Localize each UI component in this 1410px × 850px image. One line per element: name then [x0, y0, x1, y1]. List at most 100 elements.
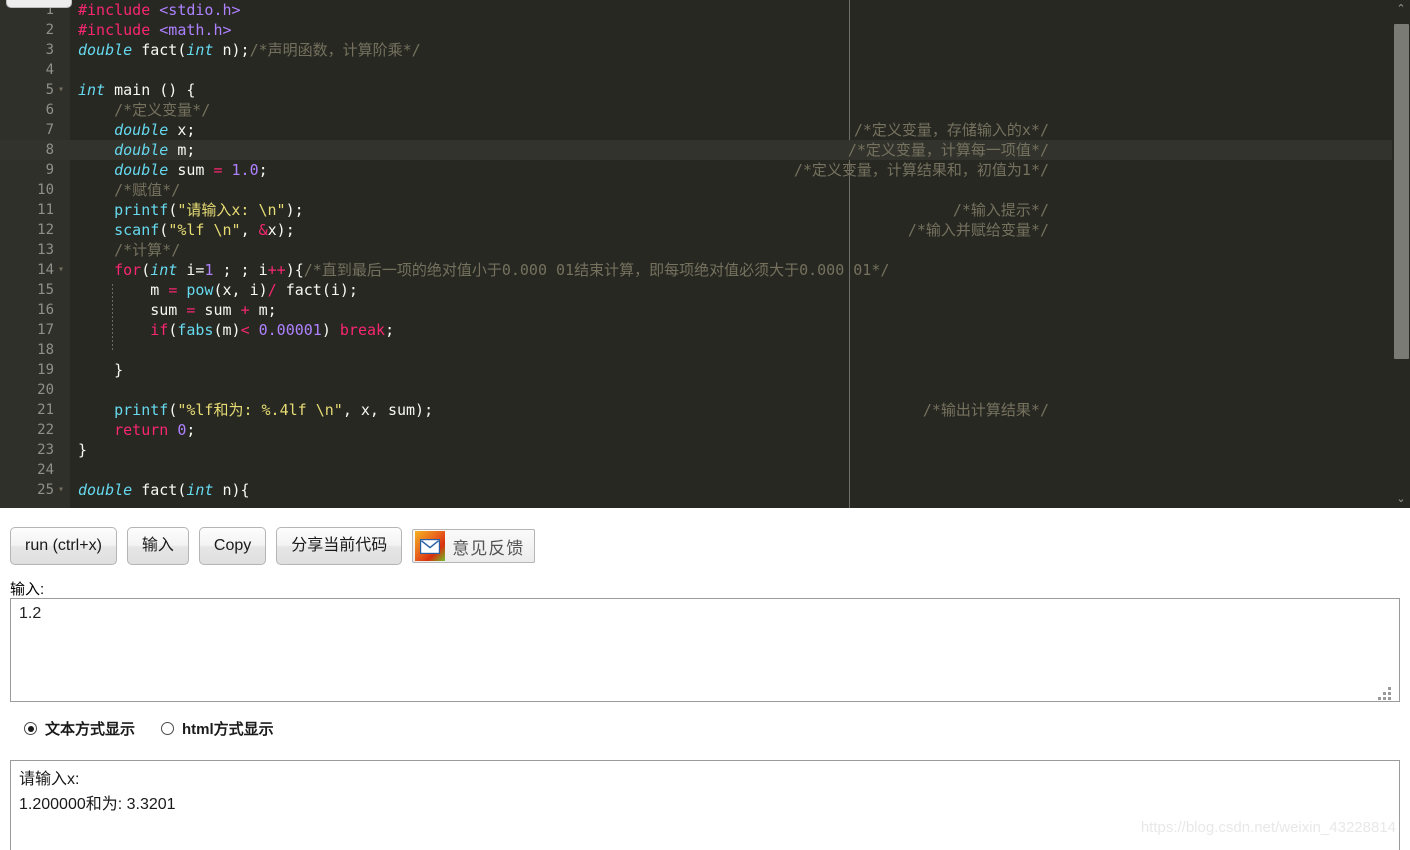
code-token: ; — [258, 161, 268, 179]
code-token: #include — [78, 1, 151, 19]
scrollbar-thumb[interactable] — [1394, 24, 1409, 359]
fold-toggle-icon[interactable]: ▾ — [58, 80, 64, 100]
code-line[interactable]: 8 double m; /*定义变量，计算每一项值*/ — [0, 140, 1410, 160]
radio-text-mode[interactable]: 文本方式显示 — [24, 718, 135, 739]
line-number: 23 — [37, 442, 54, 458]
line-content: double fact(int n);/*声明函数，计算阶乘*/ — [78, 40, 421, 60]
radio-html-mode-circle[interactable] — [161, 722, 175, 735]
line-number: 24 — [37, 462, 54, 478]
code-token: /*直到最后一项的绝对值小于0.000 01结束计算，即每项绝对值必须大于0.0… — [303, 261, 890, 279]
code-token: sum — [78, 301, 187, 319]
line-number: 21 — [37, 402, 54, 418]
code-line[interactable]: 7 double x; /*定义变量，存储输入的x*/ — [0, 120, 1410, 140]
code-line[interactable]: 1 #include <stdio.h> — [0, 0, 1410, 20]
inline-comment: /*定义变量，计算结果和，初值为1*/ — [793, 161, 1049, 179]
code-token: int — [78, 81, 106, 99]
code-token: printf — [114, 401, 169, 419]
editor-vertical-scrollbar[interactable]: ⌃ ⌄ — [1392, 0, 1410, 508]
code-token: } — [78, 441, 88, 459]
code-line[interactable]: 25 ▾ double fact(int n){ — [0, 480, 1410, 500]
code-editor[interactable]: 1 #include <stdio.h> 2 #include <math.h> 3 do… — [0, 0, 1410, 508]
code-lines-container[interactable]: 1 #include <stdio.h> 2 #include <math.h> 3 do… — [0, 0, 1410, 508]
code-line[interactable]: 22 return 0; — [0, 420, 1410, 440]
code-token: i= — [177, 261, 205, 279]
code-line[interactable]: 18 — [0, 340, 1410, 360]
code-token: int — [186, 41, 214, 59]
code-token: ++ — [267, 261, 286, 279]
code-line[interactable]: 16 sum = sum + m; — [0, 300, 1410, 320]
code-token: "%lf \n" — [168, 221, 241, 239]
stdin-input[interactable] — [10, 598, 1400, 702]
code-line[interactable]: 20 — [0, 380, 1410, 400]
line-number: 15 — [37, 282, 54, 298]
code-token: , x, sum); — [342, 401, 434, 419]
line-content: double sum = 1.0; — [78, 160, 268, 180]
code-token: m; — [249, 301, 277, 319]
code-line[interactable]: 9 double sum = 1.0; /*定义变量，计算结果和，初值为1*/ — [0, 160, 1410, 180]
run-button[interactable]: run (ctrl+x) — [10, 527, 117, 565]
code-token: / — [267, 281, 277, 299]
code-token: int — [150, 261, 178, 279]
fold-toggle-icon[interactable]: ▾ — [58, 260, 64, 280]
code-token: double — [78, 41, 133, 59]
code-line[interactable]: 24 — [0, 460, 1410, 480]
code-line[interactable]: 2 #include <math.h> — [0, 20, 1410, 40]
code-token: "%lf和为: %.4lf \n" — [177, 401, 343, 419]
line-number: 6 — [45, 102, 54, 118]
scroll-up-icon[interactable]: ⌃ — [1392, 0, 1410, 18]
code-line[interactable]: 4 — [0, 60, 1410, 80]
code-line[interactable]: 21 printf("%lf和为: %.4lf \n", x, sum); /*输… — [0, 400, 1410, 420]
feedback-button[interactable]: 意见反馈 — [412, 529, 536, 563]
share-code-button[interactable]: 分享当前代码 — [276, 527, 403, 565]
line-number: 19 — [37, 362, 54, 378]
line-number: 4 — [45, 62, 54, 78]
code-token: scanf — [114, 221, 160, 239]
code-token: m; — [168, 141, 196, 159]
code-line[interactable]: 11 printf("请输入x: \n"); /*输入提示*/ — [0, 200, 1410, 220]
code-token: ( — [168, 201, 178, 219]
radio-text-mode-circle[interactable] — [24, 722, 37, 735]
fold-toggle-icon[interactable]: ▾ — [58, 480, 64, 500]
code-line[interactable]: 13 /*计算*/ — [0, 240, 1410, 260]
code-token: + — [240, 301, 250, 319]
code-token: sum — [195, 301, 241, 319]
line-number: 22 — [37, 422, 54, 438]
code-token: x; — [168, 121, 196, 139]
top-partial-button[interactable] — [6, 0, 72, 8]
code-token: /*声明函数，计算阶乘*/ — [249, 41, 421, 59]
code-line[interactable]: 6 /*定义变量*/ — [0, 100, 1410, 120]
code-line[interactable]: 17 if(fabs(m)< 0.00001) break; — [0, 320, 1410, 340]
input-section-label: 输入: — [10, 581, 45, 598]
code-line[interactable]: 14 ▾ for(int i=1 ; ; i++){/*直到最后一项的绝对值小于0… — [0, 260, 1410, 280]
scroll-down-icon[interactable]: ⌄ — [1392, 490, 1410, 508]
line-number: 9 — [45, 162, 54, 178]
copy-button[interactable]: Copy — [198, 527, 267, 565]
code-token: double — [78, 481, 133, 499]
code-token: & — [258, 221, 268, 239]
inline-comment: /*输入并赋给变量*/ — [907, 221, 1049, 239]
code-token: = — [168, 281, 178, 299]
code-line[interactable]: 5 ▾ int main () { — [0, 80, 1410, 100]
line-number: 20 — [37, 382, 54, 398]
code-line[interactable]: 10 /*赋值*/ — [0, 180, 1410, 200]
code-token: n){ — [213, 481, 250, 499]
code-token: ; — [186, 421, 196, 439]
code-line[interactable]: 19 } — [0, 360, 1410, 380]
code-line[interactable]: 15 m = pow(x, i)/ fact(i); — [0, 280, 1410, 300]
line-content: if(fabs(m)< 0.00001) break; — [78, 320, 394, 340]
code-line[interactable]: 3 double fact(int n);/*声明函数，计算阶乘*/ — [0, 40, 1410, 60]
line-content: #include <math.h> — [78, 20, 232, 40]
mail-icon — [415, 531, 446, 561]
radio-html-mode[interactable]: html方式显示 — [161, 718, 274, 739]
code-line[interactable]: 23} — [0, 440, 1410, 460]
input-button[interactable]: 输入 — [126, 527, 189, 565]
code-line[interactable]: 12 scanf("%lf \n", &x); /*输入并赋给变量*/ — [0, 220, 1410, 240]
inline-comment: /*定义变量，存储输入的x*/ — [853, 121, 1049, 139]
textarea-resize-grip[interactable] — [1378, 687, 1392, 701]
code-token: ) — [321, 321, 340, 339]
line-number: 25 — [37, 482, 54, 498]
inline-comment: /*输入提示*/ — [952, 201, 1049, 219]
